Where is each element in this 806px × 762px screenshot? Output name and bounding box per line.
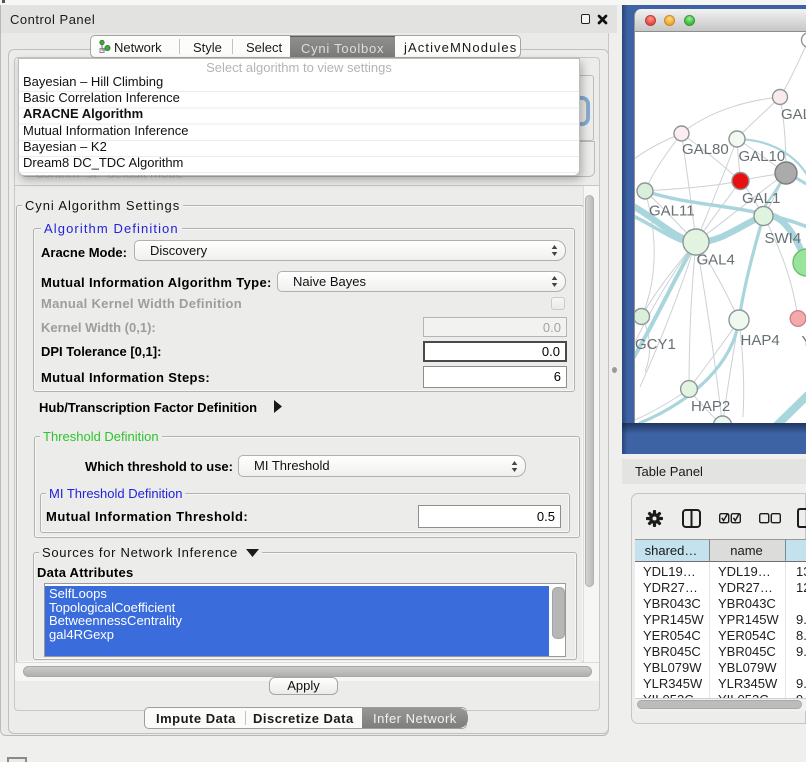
svg-text:SWI4: SWI4	[765, 230, 802, 247]
svg-text:GCY1: GCY1	[635, 336, 676, 353]
svg-text:GAL1: GAL1	[742, 190, 780, 207]
svg-text:GAL80: GAL80	[682, 141, 729, 158]
svg-text:GAL10: GAL10	[739, 148, 786, 165]
svg-text:GAL4: GAL4	[697, 252, 735, 269]
svg-text:GAL8: GAL8	[781, 106, 806, 123]
svg-text:GAL11: GAL11	[649, 203, 695, 220]
svg-text:HAP4: HAP4	[741, 332, 780, 349]
svg-text:HAP2: HAP2	[691, 398, 730, 415]
svg-text:Y: Y	[802, 333, 806, 350]
